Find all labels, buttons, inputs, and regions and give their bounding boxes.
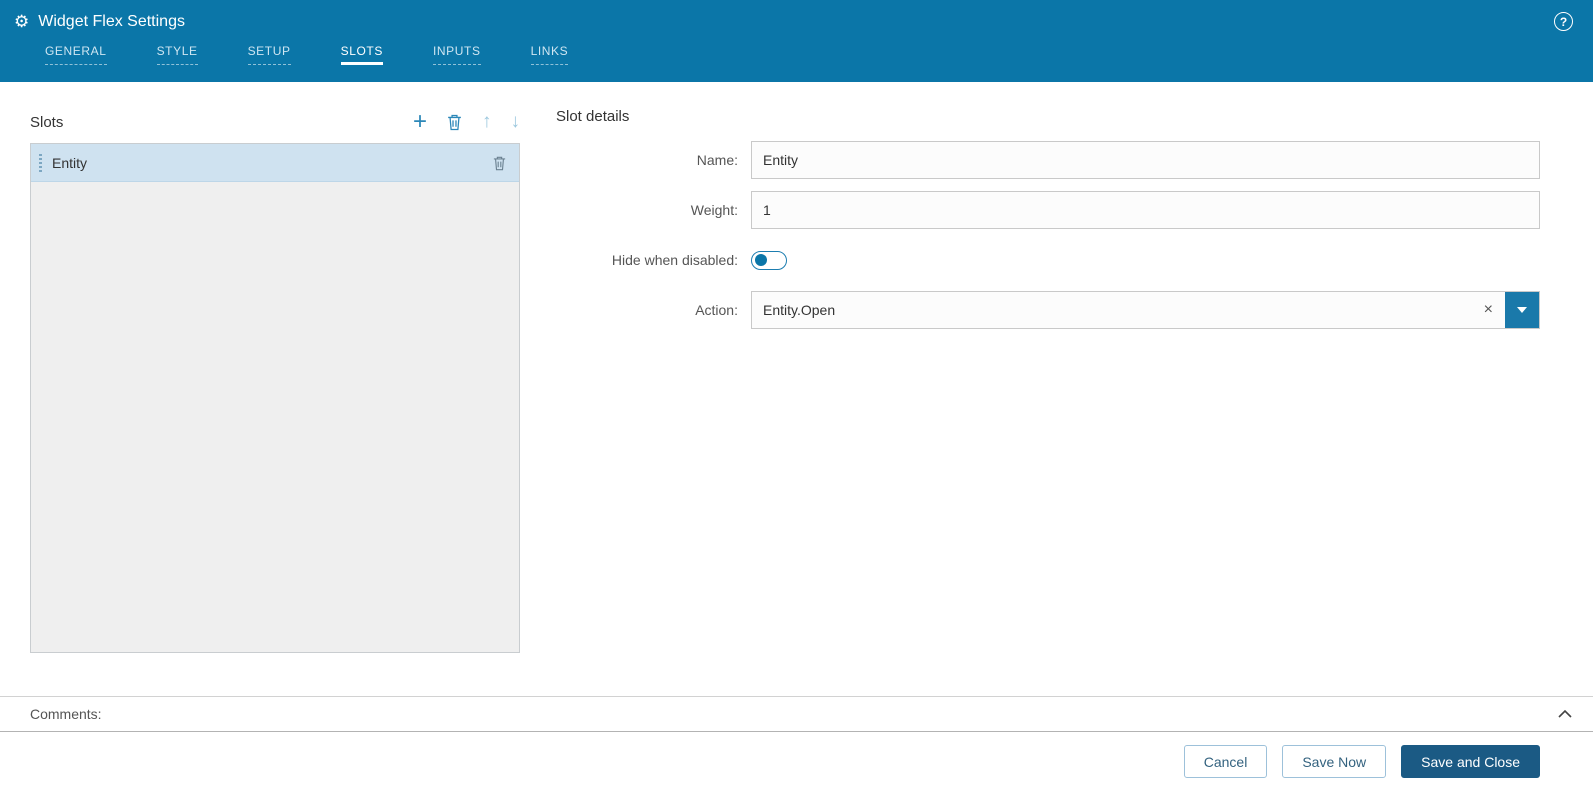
action-row: Action: Entity.Open × (556, 291, 1540, 329)
slot-details-title: Slot details (556, 108, 630, 125)
hide-when-disabled-toggle[interactable] (751, 250, 787, 270)
action-combobox[interactable]: Entity.Open × (751, 291, 1540, 329)
move-up-button[interactable]: ↑ (482, 112, 492, 132)
slots-panel: Slots + ↑ ↓ Entity (30, 108, 520, 653)
move-down-button[interactable]: ↓ (511, 112, 521, 132)
plus-icon: + (412, 108, 427, 135)
add-slot-button[interactable]: + (412, 108, 427, 135)
weight-field[interactable] (751, 191, 1540, 229)
delete-slot-item-button[interactable] (492, 155, 507, 171)
clear-icon: × (1483, 301, 1493, 318)
save-now-button[interactable]: Save Now (1282, 745, 1387, 778)
slots-panel-title: Slots (30, 113, 64, 131)
weight-row: Weight: (556, 191, 1540, 229)
tab-bar: GENERAL STYLE SETUP SLOTS INPUTS LINKS (0, 44, 1593, 65)
page-title: Widget Flex Settings (38, 12, 185, 30)
chevron-up-icon (1558, 709, 1572, 718)
title-bar: ⚙ Widget Flex Settings ? GENERAL STYLE S… (0, 0, 1593, 82)
help-icon[interactable]: ? (1554, 12, 1573, 31)
slot-details-panel: Slot details Name: Weight: Hide when dis… (556, 108, 1540, 653)
slots-list: Entity (30, 143, 520, 653)
toggle-knob (755, 254, 767, 266)
action-dropdown-button[interactable] (1505, 292, 1539, 328)
trash-icon (493, 156, 506, 170)
tab-inputs[interactable]: INPUTS (432, 44, 481, 65)
name-row: Name: (556, 141, 1540, 179)
comments-label: Comments: (30, 706, 102, 722)
trash-icon (448, 114, 461, 131)
clear-action-button[interactable]: × (1472, 292, 1505, 328)
tab-slots[interactable]: SLOTS (340, 44, 383, 65)
slot-item-label: Entity (52, 154, 88, 171)
arrow-down-icon: ↓ (510, 111, 521, 132)
footer-actions: Cancel Save Now Save and Close (0, 732, 1593, 793)
arrow-up-icon: ↑ (482, 111, 492, 132)
name-field[interactable] (751, 141, 1540, 179)
collapse-comments-button[interactable] (1557, 709, 1573, 719)
cancel-button[interactable]: Cancel (1183, 745, 1268, 778)
bottom-bar: Comments: Cancel Save Now Save and Close (0, 696, 1593, 793)
tab-general[interactable]: GENERAL (45, 44, 107, 65)
hide-when-disabled-label: Hide when disabled: (611, 252, 738, 268)
main-content: Slots + ↑ ↓ Entity Slot details Name: En… (0, 82, 1593, 653)
delete-slot-button[interactable] (446, 113, 463, 131)
tab-links[interactable]: LINKS (530, 44, 569, 65)
chevron-down-icon (1517, 307, 1527, 313)
save-and-close-button[interactable]: Save and Close (1401, 745, 1540, 778)
weight-label: Weight: (690, 202, 738, 218)
hide-when-disabled-row: Hide when disabled: (556, 241, 1540, 279)
action-value[interactable]: Entity.Open (752, 292, 1472, 328)
list-item[interactable]: Entity (31, 144, 519, 182)
tab-style[interactable]: STYLE (156, 44, 198, 65)
tab-setup[interactable]: SETUP (247, 44, 291, 65)
gear-icon: ⚙ (14, 12, 30, 31)
drag-handle-icon[interactable] (39, 153, 42, 172)
comments-section: Comments: (0, 696, 1593, 732)
action-label: Action: (695, 302, 738, 318)
name-label: Name: (696, 152, 738, 168)
